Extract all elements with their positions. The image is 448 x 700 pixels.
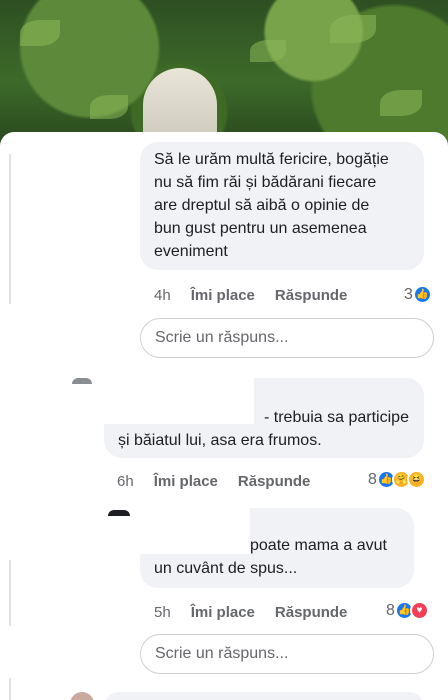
reply-button[interactable]: Răspunde	[275, 287, 348, 304]
thread-line	[9, 154, 11, 304]
comment-text-line: și băiatul lui, asa era frumos.	[118, 432, 322, 449]
love-icon: ♥	[409, 601, 429, 620]
like-button[interactable]: Îmi place	[154, 473, 218, 490]
comment-time: 5h	[154, 604, 171, 621]
avatar[interactable]	[108, 510, 130, 516]
redacted-author	[104, 378, 254, 424]
comment-text-line: eveniment	[154, 243, 228, 260]
redacted-author	[140, 508, 250, 554]
comment-text-line: Să le urăm multă fericire, bogăție	[154, 151, 389, 168]
comment-meta: 4h Îmi place Răspunde	[154, 287, 367, 304]
reply-input[interactable]: Scrie un răspuns...	[140, 318, 434, 358]
comment-text-line: bun gust pentru un asemenea	[154, 220, 367, 237]
comment-text-line: un cuvânt de spus...	[154, 560, 298, 577]
comment-time: 6h	[117, 473, 134, 490]
reply-input[interactable]: Scrie un răspuns...	[140, 634, 434, 674]
comment-bubble[interactable]: poate mama a avut un cuvânt de spus...	[140, 508, 414, 588]
avatar[interactable]	[70, 692, 94, 700]
comment-meta: 6h Îmi place Răspunde	[117, 473, 330, 490]
comment-text-line: are dreptul să aibă o opinie de	[154, 197, 370, 214]
like-button[interactable]: Îmi place	[191, 604, 255, 621]
comment-bubble[interactable]: Să le urăm multă fericire, bogăție nu să…	[140, 142, 424, 270]
like-icon: 👍	[412, 285, 432, 304]
reply-placeholder: Scrie un răspuns...	[155, 645, 289, 662]
reaction-count: 3	[404, 285, 413, 303]
avatar[interactable]	[72, 378, 92, 384]
reaction-count: 8	[386, 601, 395, 619]
comments-sheet[interactable]: Să le urăm multă fericire, bogăție nu să…	[0, 132, 448, 700]
comment-meta: 5h Îmi place Răspunde	[154, 604, 367, 621]
comment-text-line: nu să fim răi și bădărani fiecare	[154, 174, 377, 191]
like-button[interactable]: Îmi place	[191, 287, 255, 304]
reaction-count: 8	[368, 470, 377, 488]
comment-time: 4h	[154, 287, 171, 304]
reaction-summary[interactable]: 8 👍 ♥	[386, 601, 429, 620]
redacted-area	[0, 626, 135, 678]
reply-button[interactable]: Răspunde	[275, 604, 348, 621]
reply-placeholder: Scrie un răspuns...	[155, 329, 289, 346]
comment-bubble[interactable]: - trebuia sa participe și băiatul lui, a…	[104, 378, 424, 458]
haha-icon: 😆	[406, 470, 426, 489]
redacted-area	[0, 314, 135, 366]
reaction-summary[interactable]: 3 👍	[404, 285, 432, 304]
reply-button[interactable]: Răspunde	[238, 473, 311, 490]
reaction-summary[interactable]: 8 👍 🤗 😆	[368, 470, 426, 489]
comment-bubble[interactable]	[104, 692, 424, 700]
